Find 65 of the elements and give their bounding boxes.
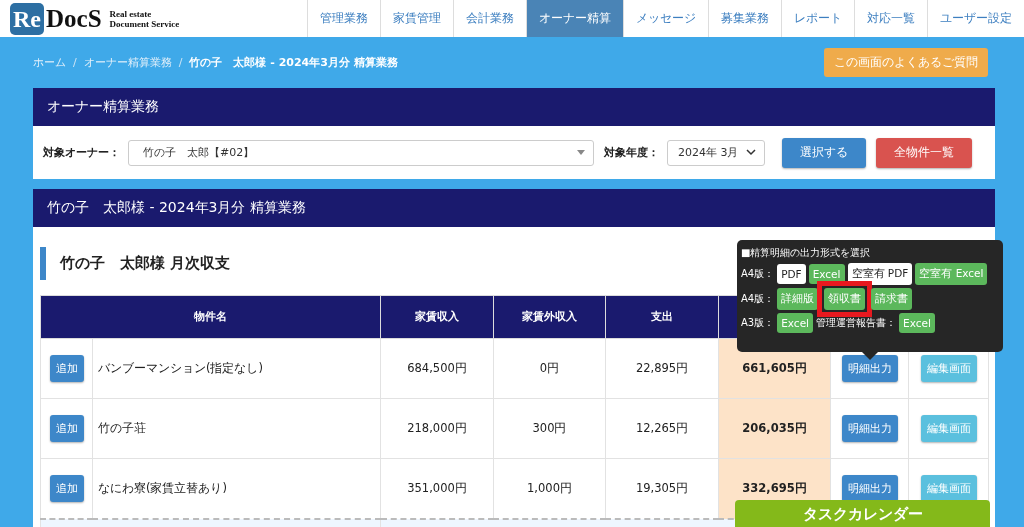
- column-header: 家賃外収入: [493, 295, 606, 339]
- faq-button[interactable]: この画面のよくあるご質問: [824, 48, 988, 77]
- property-name: 竹の子荘: [92, 398, 381, 459]
- table-cell: 684,500円: [380, 338, 494, 399]
- detail-output-button[interactable]: 明細出力: [841, 415, 898, 442]
- breadcrumb-link[interactable]: 竹の子 太郎様 - 2024年3月分 精算業務: [189, 55, 398, 70]
- format-label: A4版：: [741, 267, 775, 281]
- format-label: A4版：: [741, 292, 775, 306]
- format-button[interactable]: 空室有 PDF: [847, 263, 913, 285]
- breadcrumb-separator: /: [73, 56, 77, 69]
- breadcrumb-separator: /: [178, 56, 183, 69]
- popover-title: ■精算明細の出力形式を選択: [741, 246, 872, 260]
- nav-tab[interactable]: 募集業務: [708, 0, 781, 37]
- format-button[interactable]: Excel: [777, 313, 814, 333]
- year-select[interactable]: 2024年 3月: [667, 139, 765, 166]
- nav-tab[interactable]: 家賃管理: [380, 0, 453, 37]
- detail-output-button[interactable]: 明細出力: [841, 475, 898, 502]
- table-cell: 12,265円: [605, 398, 719, 459]
- edit-button[interactable]: 編集画面: [920, 415, 977, 442]
- nav-tab[interactable]: 対応一覧: [854, 0, 927, 37]
- logo-tagline: Document Service: [109, 18, 180, 29]
- property-name: バンブーマンション(指定なし): [92, 338, 381, 399]
- nav-tab[interactable]: レポート: [781, 0, 854, 37]
- task-calendar-button[interactable]: タスクカレンダー: [735, 500, 990, 527]
- nav-tab[interactable]: オーナー精算: [526, 0, 623, 37]
- add-button[interactable]: 追加: [49, 415, 84, 442]
- column-header: 家賃収入: [380, 295, 494, 339]
- logo-tagline: Real estate: [109, 8, 153, 19]
- table-cell: 300円: [493, 398, 606, 459]
- select-button[interactable]: 選択する: [782, 137, 866, 168]
- detail-output-button[interactable]: 明細出力: [841, 355, 898, 382]
- format-button[interactable]: Excel: [808, 264, 845, 284]
- all-properties-button[interactable]: 全物件一覧: [876, 137, 972, 168]
- breadcrumb-link[interactable]: ホーム: [33, 55, 66, 70]
- nav-tab[interactable]: メッセージ: [623, 0, 708, 37]
- format-label: 管理運営報告書：: [816, 316, 897, 330]
- format-button[interactable]: 空室有 Excel: [915, 263, 988, 285]
- table-cell: 218,000円: [380, 398, 494, 459]
- add-button[interactable]: 追加: [49, 355, 84, 382]
- format-button[interactable]: 詳細版: [777, 288, 819, 310]
- column-header: 支出: [605, 295, 719, 339]
- balance-cell: 206,035円: [718, 398, 831, 459]
- logo-text: DocS: [46, 4, 102, 33]
- edit-button[interactable]: 編集画面: [920, 475, 977, 502]
- format-label: A3版：: [741, 316, 775, 330]
- chevron-down-icon: [746, 149, 756, 156]
- table-cell: 0円: [493, 338, 606, 399]
- breadcrumb-link[interactable]: オーナー精算業務: [83, 55, 172, 70]
- dropdown-arrow-icon: [577, 150, 585, 155]
- format-button[interactable]: 請求書: [871, 288, 913, 310]
- panel-header: オーナー精算業務: [33, 88, 995, 126]
- edit-button[interactable]: 編集画面: [920, 355, 977, 382]
- format-button[interactable]: PDF: [777, 264, 806, 284]
- year-label: 対象年度：: [604, 145, 659, 160]
- column-header: 物件名: [40, 295, 381, 339]
- nav-tab[interactable]: ユーザー設定: [927, 0, 1024, 37]
- nav-tab[interactable]: 管理業務: [307, 0, 380, 37]
- format-button[interactable]: 領収書: [824, 288, 866, 310]
- owner-select[interactable]: 竹の子 太郎【#02】: [128, 139, 594, 166]
- format-button[interactable]: Excel: [899, 313, 935, 333]
- add-button[interactable]: 追加: [49, 475, 84, 502]
- panel-header: 竹の子 太郎様 - 2024年3月分 精算業務: [33, 189, 995, 227]
- table-cell: 22,895円: [605, 338, 719, 399]
- owner-label: 対象オーナー：: [43, 145, 120, 160]
- logo-mark: Re: [10, 2, 44, 35]
